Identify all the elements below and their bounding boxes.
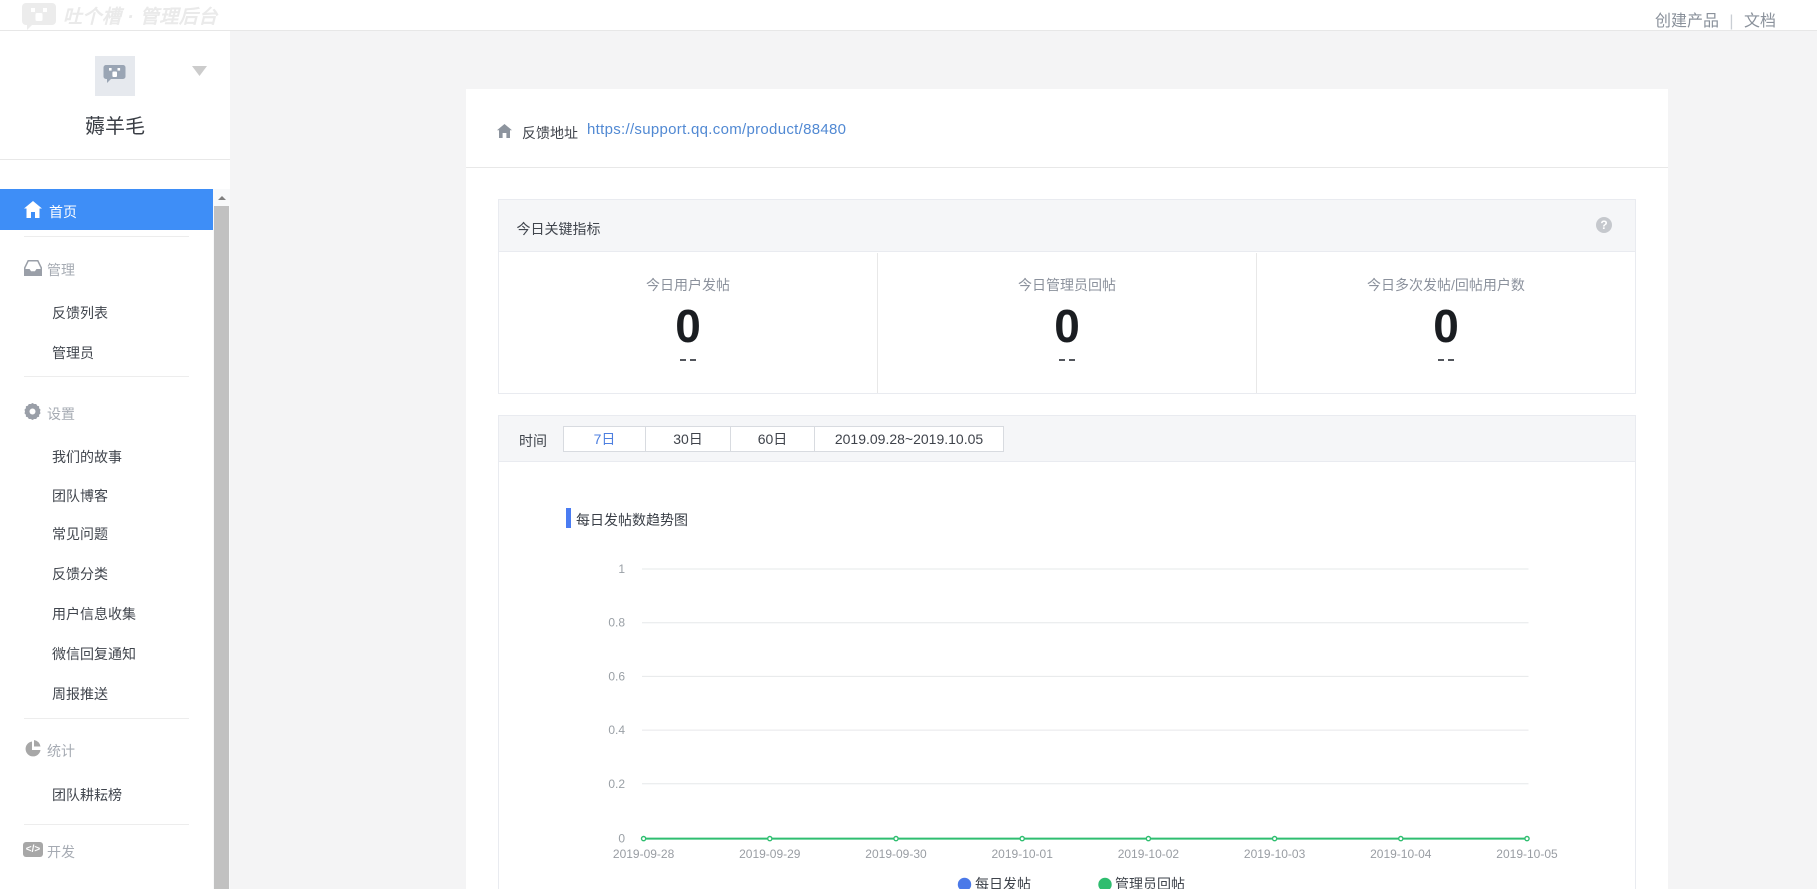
svg-text:0.6: 0.6	[608, 669, 625, 683]
svg-text:管理员回帖: 管理员回帖	[1115, 876, 1185, 889]
svg-text:每日发帖: 每日发帖	[975, 876, 1031, 889]
svg-text:2019-09-30: 2019-09-30	[865, 847, 927, 861]
svg-text:2019-10-02: 2019-10-02	[1118, 847, 1180, 861]
svg-text:1: 1	[618, 562, 625, 576]
svg-text:2019-09-29: 2019-09-29	[739, 847, 801, 861]
svg-text:2019-09-28: 2019-09-28	[613, 847, 675, 861]
svg-text:2019-10-05: 2019-10-05	[1496, 847, 1558, 861]
svg-text:0: 0	[618, 832, 625, 846]
svg-text:2019-10-03: 2019-10-03	[1244, 847, 1306, 861]
svg-text:2019-10-01: 2019-10-01	[992, 847, 1054, 861]
svg-text:0.8: 0.8	[608, 616, 625, 630]
svg-text:0.2: 0.2	[608, 777, 625, 791]
svg-text:2019-10-04: 2019-10-04	[1370, 847, 1432, 861]
svg-text:0.4: 0.4	[608, 723, 625, 737]
